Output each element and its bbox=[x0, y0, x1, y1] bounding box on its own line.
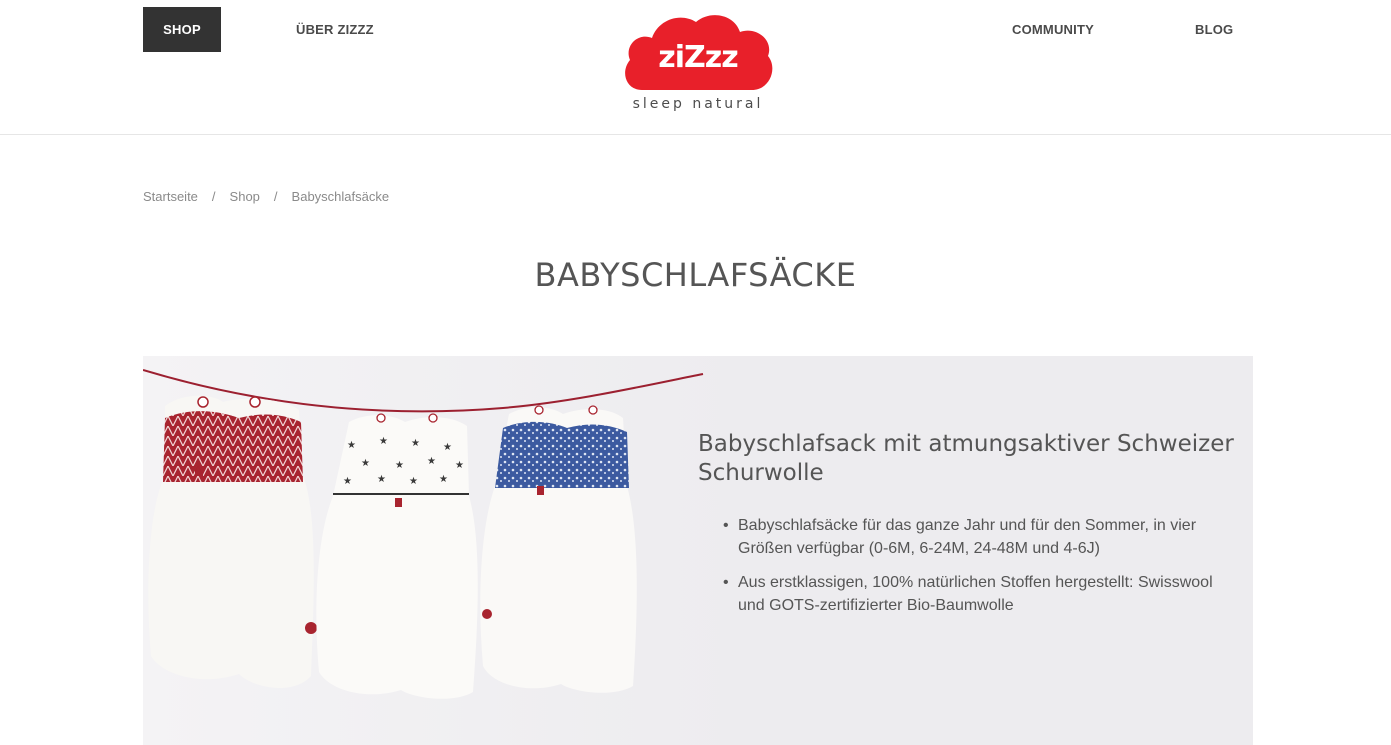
page-title: BABYSCHLAFSÄCKE bbox=[534, 256, 857, 294]
nav-shop[interactable]: SHOP bbox=[143, 7, 221, 52]
svg-text:★: ★ bbox=[395, 460, 404, 471]
logo-brand-text: ziZzz bbox=[658, 40, 738, 75]
svg-text:★: ★ bbox=[343, 476, 352, 487]
banner-heading: Babyschlafsack mit atmungsaktiver Schwei… bbox=[698, 431, 1234, 486]
breadcrumb-home[interactable]: Startseite bbox=[143, 189, 198, 204]
svg-text:★: ★ bbox=[443, 442, 452, 453]
svg-text:★: ★ bbox=[409, 476, 418, 487]
banner-feature-list: • Babyschlafsäcke für das ganze Jahr und … bbox=[698, 514, 1238, 617]
breadcrumb-separator: / bbox=[273, 189, 278, 204]
svg-text:★: ★ bbox=[361, 458, 370, 469]
feature-text: Babyschlafsäcke für das ganze Jahr und f… bbox=[738, 517, 1197, 557]
breadcrumb: Startseite / Shop / Babyschlafsäcke bbox=[143, 189, 389, 204]
breadcrumb-current: Babyschlafsäcke bbox=[291, 189, 390, 204]
svg-text:★: ★ bbox=[411, 438, 420, 449]
logo-tagline: sleep natural bbox=[632, 96, 764, 112]
svg-text:★: ★ bbox=[379, 436, 388, 447]
list-item: • Aus erstklassigen, 100% natürlichen Sto… bbox=[723, 571, 1238, 617]
bullet-icon: • bbox=[723, 574, 729, 591]
svg-text:★: ★ bbox=[347, 440, 356, 451]
baby-sleeping-bags-image: ★ ★ ★ ★ ★ ★ ★ ★ ★ ★ ★ ★ bbox=[143, 356, 743, 745]
breadcrumb-separator: / bbox=[211, 189, 216, 204]
svg-text:★: ★ bbox=[455, 460, 464, 471]
bullet-icon: • bbox=[723, 517, 729, 534]
svg-text:★: ★ bbox=[377, 474, 386, 485]
banner-text: Babyschlafsack mit atmungsaktiver Schwei… bbox=[698, 430, 1238, 628]
logo[interactable]: ziZzz sleep natural bbox=[618, 12, 778, 117]
site-header: SHOP ÜBER ZIZZZ ziZzz sleep natural COMM… bbox=[0, 0, 1391, 135]
breadcrumb-shop[interactable]: Shop bbox=[230, 189, 260, 204]
svg-text:★: ★ bbox=[427, 456, 436, 467]
feature-text: Aus erstklassigen, 100% natürlichen Stof… bbox=[738, 574, 1213, 614]
category-banner: ★ ★ ★ ★ ★ ★ ★ ★ ★ ★ ★ ★ Babyschlafsack mit atmung… bbox=[143, 356, 1253, 745]
nav-community[interactable]: COMMUNITY bbox=[1012, 7, 1094, 52]
nav-blog[interactable]: BLOG bbox=[1195, 7, 1233, 52]
nav-about[interactable]: ÜBER ZIZZZ bbox=[296, 7, 374, 52]
list-item: • Babyschlafsäcke für das ganze Jahr und … bbox=[723, 514, 1238, 560]
svg-text:★: ★ bbox=[439, 474, 448, 485]
